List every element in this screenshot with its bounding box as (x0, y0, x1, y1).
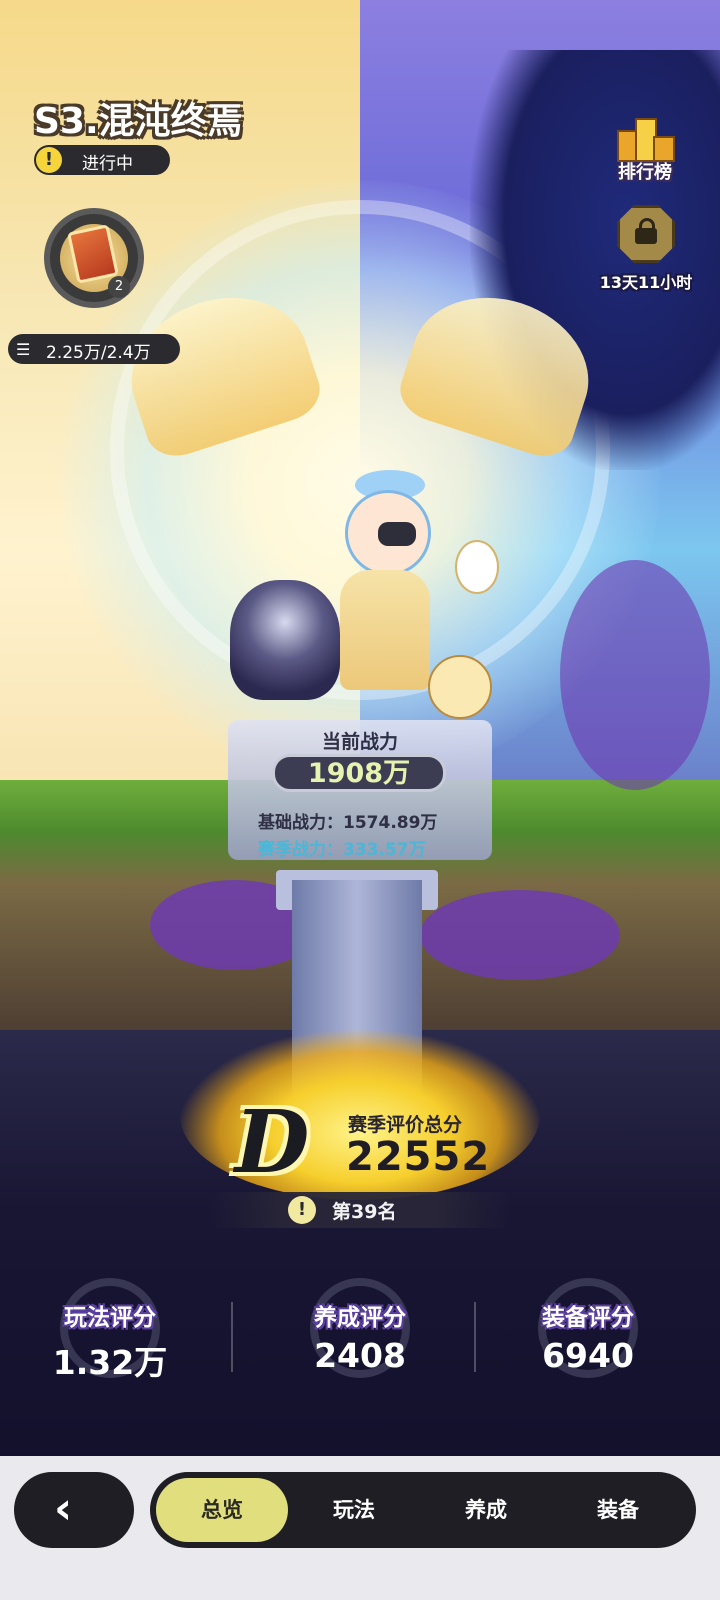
bunny-companion (455, 540, 499, 594)
back-button[interactable]: ‹ (14, 1472, 134, 1548)
divider (231, 1302, 233, 1372)
lock-icon (617, 205, 675, 263)
season-score-label: 赛季评价总分 (348, 1114, 463, 1136)
base-power: 基础战力：1574.89万 (258, 813, 438, 833)
info-icon: ! (288, 1196, 316, 1224)
current-power-label: 当前战力 (321, 731, 398, 753)
tab-bar: 总览 玩法 养成 装备 (150, 1472, 696, 1548)
season-score-value: 22552 (346, 1134, 491, 1180)
podium-icon (617, 112, 675, 162)
season-power: 赛季战力：333.57万 (258, 840, 426, 860)
alert-icon: ! (36, 147, 62, 173)
tab-equipment[interactable]: 装备 (552, 1478, 684, 1542)
growth-score[interactable]: 养成评分 2408 (260, 1270, 460, 1410)
growth-score-title: 养成评分 (314, 1305, 406, 1331)
gameplay-score-value: 1.32万 (52, 1343, 168, 1382)
tab-gameplay[interactable]: 玩法 (288, 1478, 420, 1542)
hero-body (340, 570, 430, 690)
current-power-value: 1908万 (307, 758, 411, 789)
chevron-left-icon: ‹ (54, 1483, 73, 1534)
season-rank[interactable]: ! 第39名 (208, 1192, 512, 1228)
gameplay-score-title: 玩法评分 (64, 1305, 156, 1331)
sub-scores-row: 玩法评分 1.32万 养成评分 2408 装备评分 6940 (0, 1270, 720, 1410)
season-status-label: 进行中 (82, 154, 133, 174)
countdown-timer: 13天11小时 (599, 273, 693, 292)
eyepatch (378, 522, 416, 546)
season-grade: D (234, 1092, 310, 1193)
purple-bush (560, 560, 710, 790)
gameplay-score[interactable]: 玩法评分 1.32万 (10, 1270, 210, 1410)
growth-score-value: 2408 (314, 1336, 406, 1375)
card-level: 2 (108, 276, 130, 298)
equipment-score-title: 装备评分 (542, 1305, 634, 1331)
tab-overview[interactable]: 总览 (156, 1478, 288, 1542)
season-rank-label: 第39名 (332, 1201, 397, 1223)
divider (474, 1302, 476, 1372)
leaderboard-button[interactable]: 排行榜 (610, 112, 680, 192)
light-pet-character (428, 655, 492, 719)
equipment-score-value: 6940 (542, 1336, 634, 1375)
list-icon: ☰ (16, 340, 31, 359)
equipment-score[interactable]: 装备评分 6940 (488, 1270, 688, 1410)
season-status: ! 进行中 (34, 145, 170, 175)
tab-growth[interactable]: 养成 (420, 1478, 552, 1542)
season-card-badge[interactable]: 2 (44, 208, 144, 308)
current-power-box: 1908万 (272, 754, 446, 792)
season-progress[interactable]: ☰ 2.25万/2.4万 (8, 334, 180, 364)
season-progress-value: 2.25万/2.4万 (46, 343, 151, 363)
locked-reward-button[interactable]: 13天11小时 (596, 205, 696, 295)
season-title: S3.混沌终焉 (34, 101, 243, 142)
purple-bush (420, 890, 620, 980)
